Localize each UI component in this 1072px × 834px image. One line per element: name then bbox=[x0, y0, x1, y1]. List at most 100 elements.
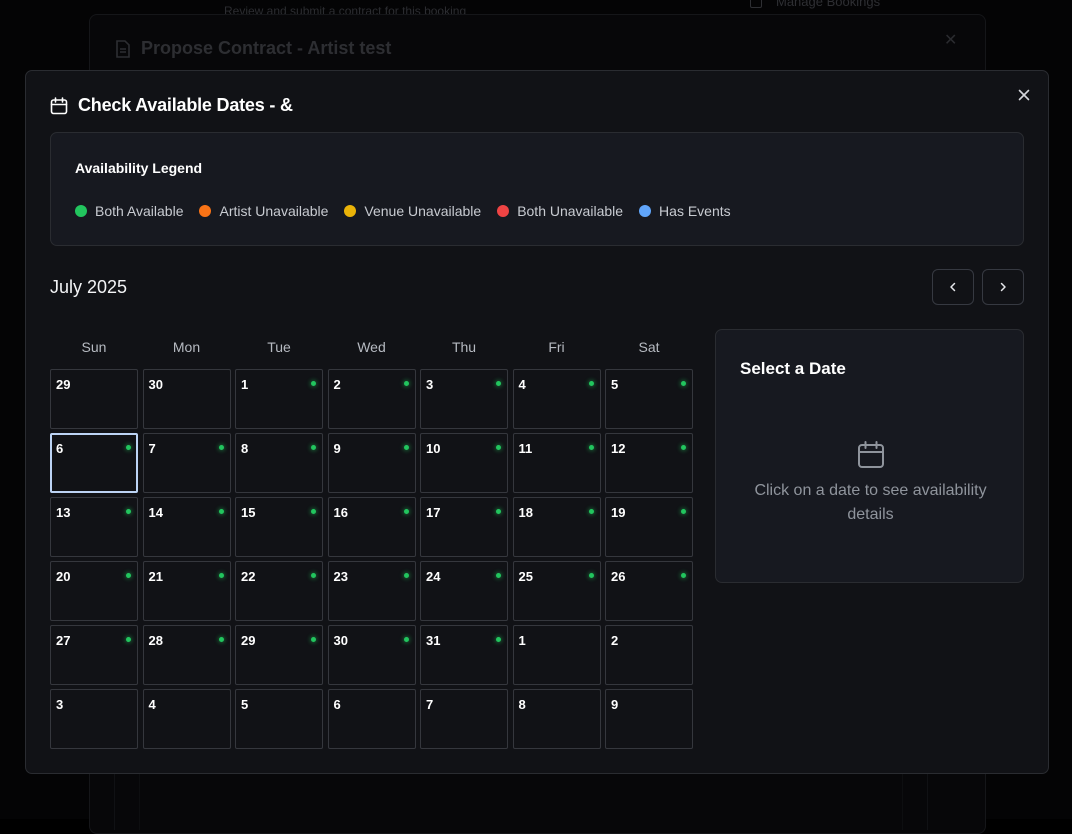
calendar-day[interactable]: 30 bbox=[328, 625, 416, 685]
calendar-day[interactable]: 27 bbox=[50, 625, 138, 685]
calendar-day[interactable]: 14 bbox=[143, 497, 231, 557]
calendar-day[interactable]: 3 bbox=[420, 369, 508, 429]
legend-item-venue-unavailable: Venue Unavailable bbox=[344, 203, 481, 219]
calendar-day[interactable]: 1 bbox=[513, 625, 601, 685]
empty-state-message: Click on a date to see availability deta… bbox=[740, 479, 1001, 527]
calendar-day[interactable]: 24 bbox=[420, 561, 508, 621]
day-number: 7 bbox=[426, 697, 433, 712]
day-number: 11 bbox=[519, 441, 533, 456]
status-dot bbox=[199, 205, 211, 217]
calendar-day[interactable]: 29 bbox=[235, 625, 323, 685]
availability-dot bbox=[219, 637, 224, 642]
calendar-day[interactable]: 8 bbox=[235, 433, 323, 493]
calendar-day[interactable]: 4 bbox=[143, 689, 231, 749]
calendar-day[interactable]: 21 bbox=[143, 561, 231, 621]
background-manage-bookings: Manage Bookings bbox=[750, 0, 880, 9]
availability-dot bbox=[126, 445, 131, 450]
calendar-day[interactable]: 28 bbox=[143, 625, 231, 685]
availability-dot bbox=[681, 509, 686, 514]
close-icon[interactable] bbox=[1016, 87, 1032, 103]
calendar-day[interactable]: 6 bbox=[328, 689, 416, 749]
calendar-day[interactable]: 23 bbox=[328, 561, 416, 621]
calendar-day[interactable]: 7 bbox=[143, 433, 231, 493]
calendar-day[interactable]: 2 bbox=[328, 369, 416, 429]
calendar-day[interactable]: 13 bbox=[50, 497, 138, 557]
availability-dot bbox=[496, 381, 501, 386]
calendar-icon bbox=[50, 97, 68, 115]
calendar-day[interactable]: 29 bbox=[50, 369, 138, 429]
availability-dot bbox=[589, 445, 594, 450]
availability-dot bbox=[496, 509, 501, 514]
day-number: 25 bbox=[519, 569, 533, 584]
calendar-day[interactable]: 17 bbox=[420, 497, 508, 557]
availability-dot bbox=[219, 445, 224, 450]
calendar-day[interactable]: 4 bbox=[513, 369, 601, 429]
status-dot bbox=[75, 205, 87, 217]
calendar-day[interactable]: 1 bbox=[235, 369, 323, 429]
calendar-day[interactable]: 9 bbox=[605, 689, 693, 749]
calendar-day[interactable]: 15 bbox=[235, 497, 323, 557]
chevron-right-icon[interactable] bbox=[997, 281, 1009, 293]
calendar-day[interactable]: 7 bbox=[420, 689, 508, 749]
legend-item-artist-unavailable: Artist Unavailable bbox=[199, 203, 328, 219]
calendar-day[interactable]: 26 bbox=[605, 561, 693, 621]
availability-dot bbox=[219, 509, 224, 514]
availability-dot bbox=[404, 445, 409, 450]
calendar-day[interactable]: 25 bbox=[513, 561, 601, 621]
day-number: 1 bbox=[519, 633, 526, 648]
underlying-modal-title: Propose Contract - Artist test bbox=[115, 38, 391, 59]
calendar-day[interactable]: 5 bbox=[605, 369, 693, 429]
calendar-day[interactable]: 9 bbox=[328, 433, 416, 493]
calendar-day[interactable]: 22 bbox=[235, 561, 323, 621]
calendar-day[interactable]: 16 bbox=[328, 497, 416, 557]
calendar-day[interactable]: 18 bbox=[513, 497, 601, 557]
day-number: 5 bbox=[241, 697, 248, 712]
weekday-label: Tue bbox=[235, 339, 323, 355]
underlying-panel-inner bbox=[139, 770, 903, 830]
availability-dot bbox=[681, 445, 686, 450]
day-number: 15 bbox=[241, 505, 255, 520]
chevron-left-icon[interactable] bbox=[947, 281, 959, 293]
calendar-day[interactable]: 30 bbox=[143, 369, 231, 429]
day-number: 9 bbox=[611, 697, 618, 712]
calendar-day[interactable]: 12 bbox=[605, 433, 693, 493]
day-number: 13 bbox=[56, 505, 70, 520]
weekday-header: SunMonTueWedThuFriSat bbox=[50, 339, 691, 355]
day-number: 10 bbox=[426, 441, 440, 456]
day-number: 29 bbox=[56, 377, 70, 392]
status-dot bbox=[639, 205, 651, 217]
day-number: 2 bbox=[611, 633, 618, 648]
availability-legend: Availability Legend Both Available Artis… bbox=[50, 132, 1024, 246]
weekday-label: Wed bbox=[328, 339, 416, 355]
calendar-day[interactable]: 19 bbox=[605, 497, 693, 557]
day-number: 7 bbox=[149, 441, 156, 456]
dialog-header: Check Available Dates - & bbox=[50, 95, 293, 116]
check-dates-dialog: Check Available Dates - & Availability L… bbox=[25, 70, 1049, 774]
calendar-day[interactable]: 11 bbox=[513, 433, 601, 493]
document-icon bbox=[115, 40, 131, 58]
calendar-day-selected[interactable]: 6 bbox=[50, 433, 138, 493]
day-number: 18 bbox=[519, 505, 533, 520]
day-number: 31 bbox=[426, 633, 440, 648]
day-number: 30 bbox=[334, 633, 348, 648]
calendar-day[interactable]: 3 bbox=[50, 689, 138, 749]
availability-dot bbox=[311, 637, 316, 642]
day-number: 6 bbox=[56, 441, 63, 456]
calendar-day[interactable]: 20 bbox=[50, 561, 138, 621]
status-dot bbox=[497, 205, 509, 217]
weekday-label: Thu bbox=[420, 339, 508, 355]
calendar-day[interactable]: 5 bbox=[235, 689, 323, 749]
calendar-icon bbox=[856, 440, 886, 470]
date-details-panel: Select a Date Click on a date to see ava… bbox=[715, 329, 1024, 583]
availability-dot bbox=[681, 573, 686, 578]
calendar-day[interactable]: 31 bbox=[420, 625, 508, 685]
day-number: 30 bbox=[149, 377, 163, 392]
previous-month-button[interactable] bbox=[932, 269, 974, 305]
calendar-day[interactable]: 8 bbox=[513, 689, 601, 749]
calendar-day[interactable]: 10 bbox=[420, 433, 508, 493]
calendar-day[interactable]: 2 bbox=[605, 625, 693, 685]
next-month-button[interactable] bbox=[982, 269, 1024, 305]
day-number: 1 bbox=[241, 377, 248, 392]
legend-item-both-unavailable: Both Unavailable bbox=[497, 203, 623, 219]
close-button[interactable] bbox=[1016, 87, 1032, 103]
